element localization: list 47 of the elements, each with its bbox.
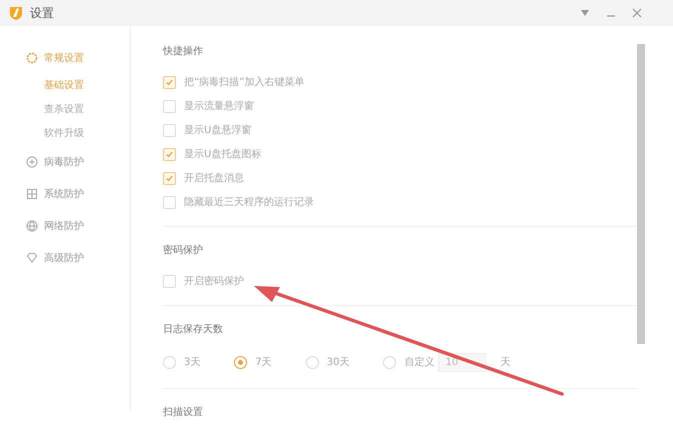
- close-icon[interactable]: [631, 7, 643, 19]
- radio-label: 自定义: [404, 356, 434, 369]
- plus-circle-icon: [26, 156, 38, 168]
- check-icon: [165, 150, 174, 158]
- grid-icon: [26, 188, 38, 200]
- sidebar-subitem[interactable]: 软件升级: [44, 122, 84, 146]
- checkbox-label: 显示流量悬浮窗: [184, 100, 254, 113]
- sidebar-subitem[interactable]: 查杀设置: [44, 98, 84, 122]
- globe-icon: [26, 220, 38, 232]
- checkbox-label: 显示U盘托盘图标: [184, 148, 262, 161]
- radio-button[interactable]: [163, 356, 176, 368]
- scrollbar-thumb[interactable]: [637, 44, 645, 344]
- radio-label: 3天: [184, 356, 200, 369]
- checkbox-label: 开启密码保护: [184, 274, 244, 288]
- checkbox-label: 开启托盘消息: [184, 172, 244, 185]
- radio-button[interactable]: [234, 356, 248, 368]
- checkbox[interactable]: [163, 196, 176, 208]
- checkbox[interactable]: [163, 148, 176, 160]
- sidebar-item[interactable]: 系统防护: [44, 187, 84, 201]
- check-icon: [165, 174, 174, 182]
- section-heading: 快捷操作: [163, 44, 203, 58]
- checkbox[interactable]: [163, 124, 176, 136]
- radio-label: 7天: [255, 356, 272, 369]
- checkbox-label: 把“病毒扫描”加入右键菜单: [184, 76, 304, 89]
- sidebar-subitem[interactable]: 基础设置: [44, 74, 84, 98]
- section-heading: 扫描设置: [163, 406, 203, 419]
- checkbox-label: 显示U盘悬浮窗: [184, 124, 252, 137]
- radio-label: 30天: [326, 356, 350, 369]
- checkbox-label: 隐藏最近三天程序的运行记录: [184, 196, 314, 209]
- gear-icon: [26, 52, 38, 64]
- check-icon: [165, 78, 174, 86]
- checkbox[interactable]: [163, 100, 176, 112]
- unit-label: 天: [500, 356, 510, 369]
- checkbox[interactable]: [163, 172, 176, 184]
- section-heading: 日志保存天数: [163, 322, 223, 336]
- window-title: 设置: [30, 4, 54, 22]
- section-heading: 密码保护: [163, 244, 203, 257]
- sidebar-item[interactable]: 病毒防护: [44, 155, 84, 169]
- checkbox[interactable]: [163, 76, 176, 88]
- diamond-icon: [26, 252, 38, 264]
- sidebar-item[interactable]: 高级防护: [44, 251, 84, 265]
- radio-button[interactable]: [383, 356, 396, 368]
- checkbox[interactable]: [163, 274, 176, 288]
- logo-icon: [8, 5, 24, 21]
- sidebar-item[interactable]: 网络防护: [44, 219, 84, 233]
- sidebar-item[interactable]: 常规设置: [44, 51, 84, 65]
- radio-button[interactable]: [306, 356, 319, 368]
